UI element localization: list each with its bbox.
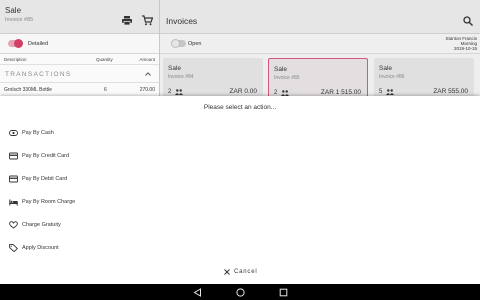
invoices-title: Invoices bbox=[166, 16, 198, 26]
action-bottom-sheet: Please select an action... Pay By Cash P… bbox=[0, 96, 480, 284]
transactions-section[interactable]: TRANSACTIONS bbox=[0, 65, 159, 83]
transactions-label: TRANSACTIONS bbox=[5, 71, 72, 78]
action-apply-discount[interactable]: Apply Discount bbox=[0, 239, 480, 257]
sheet-title: Please select an action... bbox=[203, 104, 277, 111]
action-label: Pay By Room Charge bbox=[22, 199, 76, 205]
card-amount: ZAR 555.00 bbox=[433, 88, 468, 95]
card-amount: ZAR 0.00 bbox=[229, 88, 257, 95]
people-icon bbox=[386, 89, 394, 95]
detailed-label: Detailed bbox=[28, 41, 49, 47]
sale-header: Sale Invoice #85 bbox=[0, 0, 159, 34]
invoice-card[interactable]: Sale Invoice #84 2 ZAR 0.00 bbox=[163, 58, 263, 98]
item-description: Grolsch 330ML Bottle bbox=[4, 87, 52, 93]
chevron-up-icon[interactable] bbox=[145, 71, 151, 77]
open-label: Open bbox=[188, 41, 202, 47]
card-amount: ZAR 1 515.00 bbox=[320, 89, 361, 96]
col-amount: Amount bbox=[139, 57, 155, 62]
invoices-header: Invoices bbox=[160, 0, 480, 34]
debit-card-icon bbox=[9, 175, 18, 183]
people-icon bbox=[175, 89, 183, 95]
item-quantity: 6 bbox=[104, 87, 107, 93]
card-guest-count: 2 bbox=[168, 89, 172, 95]
card-title: Sale bbox=[274, 66, 288, 73]
action-label: Apply Discount bbox=[22, 245, 59, 251]
sale-invoice-number: Invoice #85 bbox=[5, 17, 34, 23]
action-label: Charge Gratuity bbox=[22, 222, 61, 228]
open-row: Open Stanton Francis Morning 2019-10-15 bbox=[160, 34, 480, 54]
action-charge-gratuity[interactable]: Charge Gratuity bbox=[0, 216, 480, 234]
back-icon[interactable] bbox=[193, 288, 202, 297]
cancel-button[interactable]: Cancel bbox=[212, 266, 268, 280]
close-icon bbox=[224, 269, 230, 275]
card-invoice-number: Invoice #85 bbox=[274, 75, 300, 81]
action-pay-by-cash[interactable]: Pay By Cash bbox=[0, 124, 480, 142]
action-pay-by-credit-card[interactable]: Pay By Credit Card bbox=[0, 147, 480, 165]
transaction-row[interactable]: Grolsch 330ML Bottle 6 270.00 bbox=[0, 83, 159, 97]
session-info: Stanton Francis Morning 2019-10-15 bbox=[445, 36, 477, 51]
open-toggle[interactable] bbox=[171, 39, 186, 48]
invoice-card-selected[interactable]: Sale Invoice #85 2 ZAR 1 515.00 bbox=[268, 58, 368, 98]
cart-icon[interactable] bbox=[142, 15, 153, 26]
recents-icon[interactable] bbox=[279, 288, 288, 297]
col-description: Description bbox=[4, 57, 27, 62]
system-navigation-bar bbox=[0, 284, 480, 300]
detailed-row: Detailed bbox=[0, 34, 159, 54]
action-label: Pay By Debit Card bbox=[22, 176, 68, 182]
tag-icon bbox=[9, 244, 18, 252]
item-amount: 270.00 bbox=[139, 87, 155, 93]
cancel-label: Cancel bbox=[234, 269, 258, 275]
search-icon[interactable] bbox=[463, 16, 473, 26]
home-icon[interactable] bbox=[236, 288, 245, 297]
print-icon[interactable] bbox=[122, 16, 132, 25]
session-date: 2019-10-15 bbox=[453, 46, 477, 51]
action-label: Pay By Cash bbox=[22, 130, 54, 136]
heart-icon bbox=[9, 221, 18, 229]
card-invoice-number: Invoice #86 bbox=[379, 74, 405, 80]
detailed-toggle[interactable] bbox=[8, 39, 23, 48]
invoice-card[interactable]: Sale Invoice #86 5 ZAR 555.00 bbox=[374, 58, 474, 98]
col-quantity: Quantity bbox=[96, 57, 113, 62]
action-label: Pay By Credit Card bbox=[22, 153, 70, 159]
card-invoice-number: Invoice #84 bbox=[168, 74, 194, 80]
sale-title: Sale bbox=[5, 6, 22, 15]
card-guest-count: 5 bbox=[379, 89, 383, 95]
card-title: Sale bbox=[168, 65, 182, 72]
column-headers: Description Quantity Amount bbox=[0, 54, 159, 65]
action-pay-by-debit-card[interactable]: Pay By Debit Card bbox=[0, 170, 480, 188]
cash-icon bbox=[9, 130, 18, 136]
card-title: Sale bbox=[379, 65, 393, 72]
bed-icon bbox=[9, 199, 18, 206]
action-pay-by-room-charge[interactable]: Pay By Room Charge bbox=[0, 193, 480, 211]
credit-card-icon bbox=[9, 152, 18, 160]
